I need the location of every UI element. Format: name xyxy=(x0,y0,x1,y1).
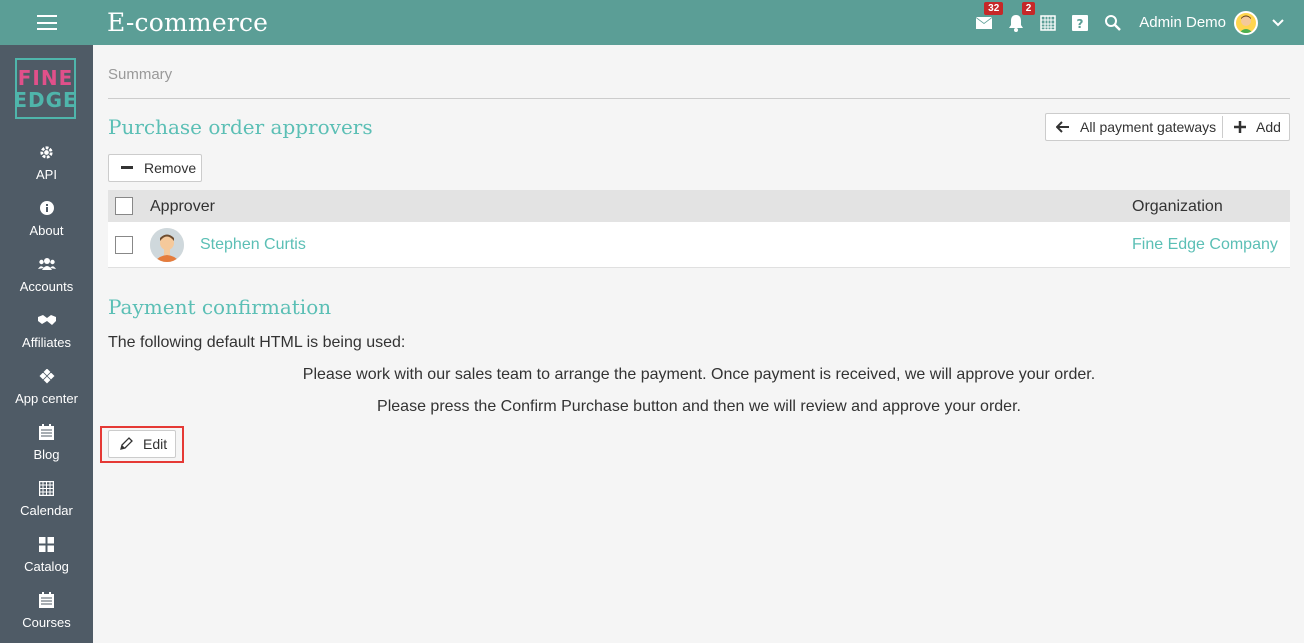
approvers-section-title: Purchase order approvers xyxy=(108,115,373,139)
notification-badge: 2 xyxy=(1021,1,1036,15)
plus-icon xyxy=(1234,121,1246,133)
info-icon xyxy=(39,199,54,217)
user-name[interactable]: Admin Demo xyxy=(1139,14,1226,31)
column-header-approver[interactable]: Approver xyxy=(150,198,215,216)
table-header: Approver Organization xyxy=(108,190,1290,222)
avatar xyxy=(150,228,184,262)
handshake-icon xyxy=(37,311,56,329)
sidebar: FINE EDGE API About Accounts Affiliates … xyxy=(0,45,93,643)
edit-highlight-box xyxy=(100,426,184,463)
fine-edge-logo[interactable]: FINE EDGE xyxy=(13,58,77,119)
select-all-checkbox[interactable] xyxy=(115,197,133,215)
approvers-table: Approver Organization Stephen Curtis Fin… xyxy=(108,190,1290,268)
users-icon xyxy=(37,255,56,273)
top-bar: E-commerce 32 2 ? Admin Demo xyxy=(0,0,1304,45)
organization-link[interactable]: Fine Edge Company xyxy=(1132,236,1278,254)
gear-icon xyxy=(39,143,54,161)
sidebar-item-catalog[interactable]: Catalog xyxy=(0,529,93,585)
divider xyxy=(108,98,1290,99)
add-approver-button[interactable]: Add xyxy=(1223,114,1289,140)
app-title: E-commerce xyxy=(107,8,269,37)
all-payment-gateways-button[interactable]: All payment gateways xyxy=(1046,114,1222,140)
search-icon[interactable] xyxy=(1101,12,1123,34)
mail-badge: 32 xyxy=(984,1,1004,15)
bell-icon[interactable]: 2 xyxy=(1005,1,1036,34)
minus-icon xyxy=(121,166,133,169)
remove-button[interactable]: Remove xyxy=(108,154,202,182)
grid-icon xyxy=(39,535,54,553)
sidebar-item-blog[interactable]: Blog xyxy=(0,417,93,473)
mail-icon[interactable]: 32 xyxy=(973,1,1004,34)
courses-icon xyxy=(39,591,54,609)
sidebar-item-accounts[interactable]: Accounts xyxy=(0,249,93,305)
user-avatar[interactable] xyxy=(1234,10,1258,35)
payment-html-line2: Please press the Confirm Purchase button… xyxy=(377,398,1021,415)
calendar-grid-icon[interactable] xyxy=(1037,12,1059,34)
payment-section-title: Payment confirmation xyxy=(108,295,332,319)
sidebar-item-app-center[interactable]: App center xyxy=(0,361,93,417)
sidebar-item-calendar[interactable]: Calendar xyxy=(0,473,93,529)
payment-intro-text: The following default HTML is being used… xyxy=(108,334,406,351)
approvers-toolbar: All payment gateways Add xyxy=(1045,113,1290,141)
column-header-organization[interactable]: Organization xyxy=(1132,198,1223,216)
payment-html-line1: Please work with our sales team to arran… xyxy=(302,366,1096,383)
svg-text:?: ? xyxy=(1077,17,1084,31)
breadcrumb[interactable]: Summary xyxy=(108,66,172,83)
sidebar-item-about[interactable]: About xyxy=(0,193,93,249)
top-icons: 32 2 ? Admin Demo xyxy=(973,0,1304,45)
sidebar-item-courses[interactable]: Courses xyxy=(0,585,93,641)
chevron-down-icon[interactable] xyxy=(1272,14,1284,32)
calendar-icon xyxy=(39,479,54,497)
sidebar-item-affiliates[interactable]: Affiliates xyxy=(0,305,93,361)
help-icon[interactable]: ? xyxy=(1069,12,1091,34)
menu-icon[interactable] xyxy=(37,15,57,30)
row-checkbox[interactable] xyxy=(115,236,133,254)
table-row: Stephen Curtis Fine Edge Company xyxy=(108,222,1290,268)
arrow-left-icon xyxy=(1056,121,1069,133)
app-center-icon xyxy=(38,367,55,385)
blog-icon xyxy=(39,423,54,441)
approver-name-link[interactable]: Stephen Curtis xyxy=(200,236,306,254)
sidebar-item-api[interactable]: API xyxy=(0,137,93,193)
